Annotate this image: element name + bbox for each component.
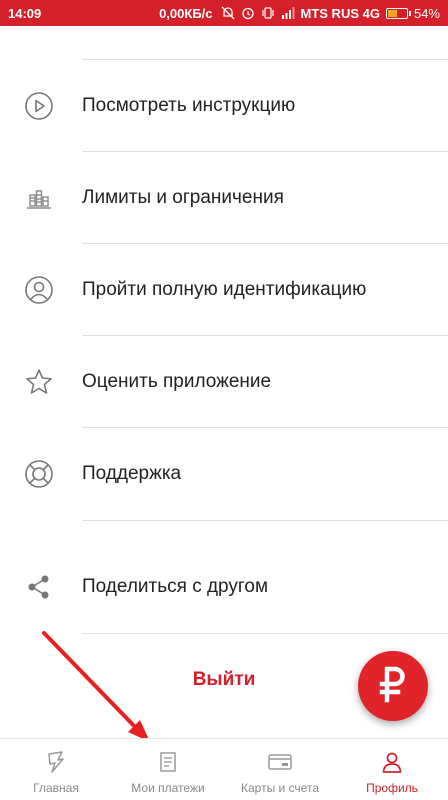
star-icon <box>24 367 54 397</box>
menu-item-support[interactable]: Поддержка <box>0 428 448 520</box>
nav-home[interactable]: Главная <box>0 739 112 800</box>
menu-item-label: Посмотреть инструкцию <box>82 95 296 116</box>
menu-divider <box>82 633 448 634</box>
menu-item-label: Поддержка <box>82 463 182 484</box>
status-carrier: MTS RUS 4G <box>300 5 380 21</box>
home-logo-icon <box>43 749 69 775</box>
document-icon <box>155 749 181 775</box>
menu-item-label: Пройти полную идентификацию <box>82 279 367 300</box>
status-time: 14:09 <box>8 5 42 21</box>
menu-item-identification[interactable]: Пройти полную идентификацию <box>0 244 448 336</box>
nav-payments[interactable]: Мои платежи <box>112 739 224 800</box>
play-circle-icon <box>24 91 54 121</box>
user-circle-icon <box>24 275 54 305</box>
menu-divider <box>82 520 448 521</box>
menu-item-share[interactable]: Поделиться с другом <box>0 541 448 633</box>
ruble-fab-button[interactable] <box>358 651 428 721</box>
card-icon <box>267 749 293 775</box>
nav-profile[interactable]: Профиль <box>336 739 448 800</box>
bottom-nav: Главная Мои платежи Карты и счета Профил… <box>0 738 448 800</box>
ruble-icon <box>376 664 410 709</box>
menu-item-instructions[interactable]: Посмотреть инструкцию <box>0 60 448 152</box>
vibrate-icon <box>261 6 275 20</box>
status-bar: 14:09 0,00КБ/с MTS RUS 4G 54% <box>0 0 448 26</box>
coin-stacks-icon <box>24 183 54 213</box>
share-icon <box>24 572 54 602</box>
nav-label: Профиль <box>366 781 418 795</box>
battery-icon <box>385 7 411 19</box>
signal-icon <box>281 6 295 20</box>
nav-label: Карты и счета <box>241 781 319 795</box>
battery-fill <box>387 9 397 17</box>
lifebuoy-icon <box>24 459 54 489</box>
status-right: 0,00КБ/с MTS RUS 4G 54% <box>159 6 440 21</box>
nav-label: Главная <box>33 781 79 795</box>
status-speed: 0,00КБ/с <box>159 5 213 21</box>
nav-cards[interactable]: Карты и счета <box>224 739 336 800</box>
menu-item-limits[interactable]: Лимиты и ограничения <box>0 152 448 244</box>
nav-label: Мои платежи <box>131 781 205 795</box>
menu-item-label: Оценить приложение <box>82 371 272 392</box>
status-battery: 54% <box>413 5 440 21</box>
user-icon <box>379 749 405 775</box>
menu-item-label: Поделиться с другом <box>82 576 269 597</box>
alarm-icon <box>241 6 255 20</box>
bell-off-icon <box>221 6 235 20</box>
menu-item-rate-app[interactable]: Оценить приложение <box>0 336 448 428</box>
menu-item-label: Лимиты и ограничения <box>82 187 284 208</box>
